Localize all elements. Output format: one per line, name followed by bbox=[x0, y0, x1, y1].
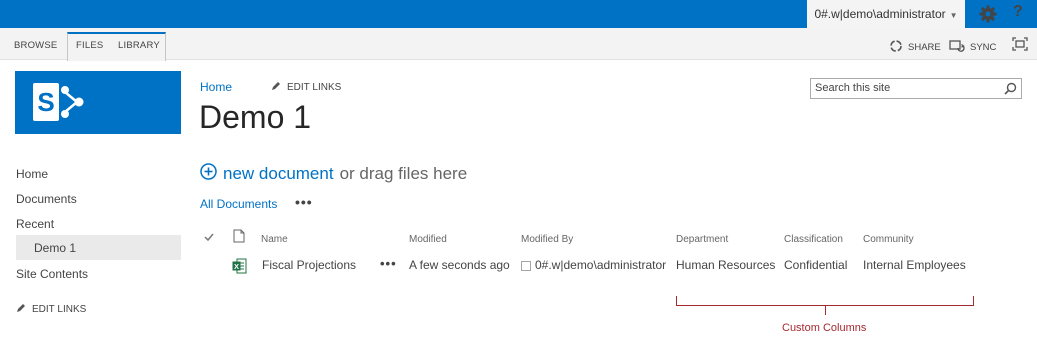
new-document-link[interactable]: new document bbox=[223, 164, 334, 184]
row-department: Human Resources bbox=[676, 258, 776, 272]
row-classification: Confidential bbox=[784, 258, 848, 272]
sync-label: SYNC bbox=[970, 42, 997, 53]
user-menu[interactable]: 0#.w|demo\administrator ▼ bbox=[807, 0, 965, 28]
sidebar-item-site-contents[interactable]: Site Contents bbox=[16, 267, 88, 281]
tab-library[interactable]: LIBRARY bbox=[118, 33, 160, 59]
sidebar-edit-links[interactable]: EDIT LINKS bbox=[16, 303, 86, 316]
edit-links-label: EDIT LINKS bbox=[32, 304, 87, 315]
excel-icon: X bbox=[232, 258, 247, 279]
page-title: Demo 1 bbox=[199, 99, 312, 135]
tab-browse[interactable]: BROWSE bbox=[14, 33, 57, 59]
document-type-icon bbox=[233, 229, 245, 248]
chevron-down-icon: ▼ bbox=[949, 11, 958, 20]
presence-indicator bbox=[521, 261, 531, 271]
view-all-documents[interactable]: All Documents bbox=[200, 197, 277, 211]
search-box bbox=[810, 78, 1022, 99]
column-header-name[interactable]: Name bbox=[261, 234, 288, 245]
plus-circle-icon[interactable] bbox=[200, 163, 217, 185]
search-input[interactable] bbox=[815, 81, 995, 95]
row-name-link[interactable]: Fiscal Projections bbox=[262, 258, 356, 272]
column-header-community[interactable]: Community bbox=[863, 234, 914, 245]
sidebar-item-recent[interactable]: Recent bbox=[16, 217, 54, 231]
user-name: 0#.w|demo\administrator bbox=[814, 7, 946, 21]
view-more-ellipsis[interactable]: ••• bbox=[295, 194, 313, 210]
top-nav-edit-links[interactable]: EDIT LINKS bbox=[271, 81, 341, 94]
focus-on-content-button[interactable] bbox=[1012, 37, 1028, 54]
breadcrumb-home-link[interactable]: Home bbox=[200, 80, 232, 94]
column-header-modified[interactable]: Modified bbox=[409, 234, 447, 245]
custom-columns-bracket bbox=[676, 296, 974, 306]
pencil-icon bbox=[16, 303, 26, 316]
column-header-department[interactable]: Department bbox=[676, 234, 728, 245]
row-modified: A few seconds ago bbox=[409, 258, 510, 272]
column-header-classification[interactable]: Classification bbox=[784, 234, 843, 245]
new-document-row: new document or drag files here bbox=[200, 163, 467, 185]
fullscreen-icon bbox=[1012, 37, 1028, 54]
help-icon[interactable]: ? bbox=[1013, 3, 1023, 21]
gear-icon[interactable] bbox=[978, 4, 998, 24]
share-button[interactable]: SHARE bbox=[889, 39, 941, 56]
sync-icon bbox=[949, 39, 965, 56]
row-modified-by[interactable]: 0#.w|demo\administrator bbox=[535, 258, 666, 272]
sync-button[interactable]: SYNC bbox=[949, 39, 996, 56]
sidebar-item-documents[interactable]: Documents bbox=[16, 192, 77, 206]
sidebar-item-home[interactable]: Home bbox=[16, 167, 48, 181]
select-all-checkmark-icon[interactable] bbox=[203, 230, 215, 248]
edit-links-label: EDIT LINKS bbox=[287, 82, 342, 93]
row-community: Internal Employees bbox=[863, 258, 966, 272]
svg-text:S: S bbox=[37, 87, 54, 117]
row-menu-ellipsis[interactable]: ••• bbox=[380, 256, 397, 271]
share-icon bbox=[889, 39, 903, 56]
search-icon[interactable] bbox=[1004, 82, 1017, 100]
drag-files-hint: or drag files here bbox=[339, 164, 468, 183]
svg-text:X: X bbox=[234, 262, 239, 271]
sidebar-item-demo-1[interactable]: Demo 1 bbox=[34, 241, 76, 255]
custom-columns-label: Custom Columns bbox=[782, 322, 867, 334]
site-logo[interactable]: S bbox=[15, 71, 181, 134]
pencil-icon bbox=[271, 81, 281, 94]
share-label: SHARE bbox=[908, 42, 941, 53]
custom-columns-bracket-tick bbox=[825, 306, 826, 315]
tab-files[interactable]: FILES bbox=[76, 33, 103, 59]
column-header-modified-by[interactable]: Modified By bbox=[521, 234, 573, 245]
